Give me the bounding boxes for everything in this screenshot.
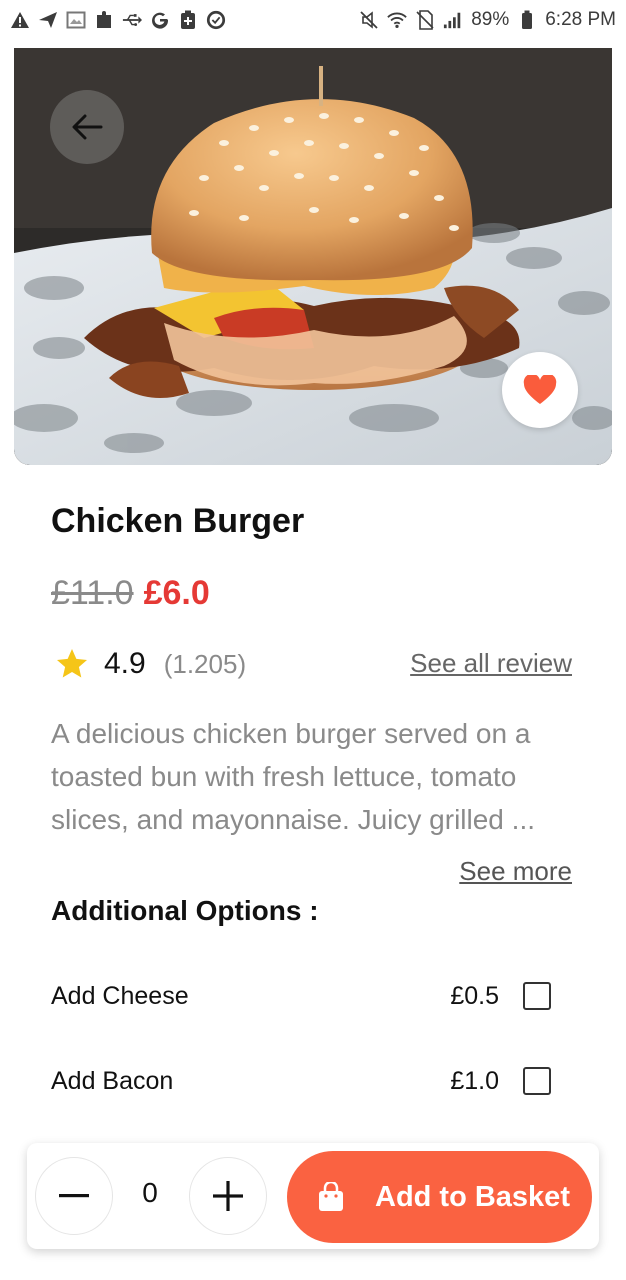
decrease-quantity-button[interactable]	[35, 1157, 113, 1235]
mute-icon	[359, 10, 379, 30]
option-bacon[interactable]: Add Bacon £1.0	[51, 1061, 551, 1101]
rating-row: 4.9 (1.205) See all review	[54, 644, 572, 684]
option-label: Add Cheese	[51, 981, 189, 1010]
product-image	[14, 48, 612, 465]
add-to-basket-label: Add to Basket	[375, 1180, 570, 1213]
back-button[interactable]	[50, 90, 124, 164]
minus-icon	[59, 1194, 89, 1198]
quantity-value: 0	[142, 1177, 158, 1208]
favorite-button[interactable]	[502, 352, 578, 428]
google-icon	[150, 10, 170, 30]
no-sim-icon	[415, 10, 435, 30]
product-description: A delicious chicken burger served on a t…	[51, 718, 535, 835]
product-detail-screen: 89% 6:28 PM Chicken Burger £11.0 £6.0 4.…	[0, 0, 626, 1280]
price-row: £11.0 £6.0	[51, 574, 210, 613]
see-all-review-link[interactable]: See all review	[410, 648, 572, 679]
star-icon	[54, 646, 90, 682]
option-label: Add Bacon	[51, 1066, 174, 1095]
increase-quantity-button[interactable]	[189, 1157, 267, 1235]
options-title: Additional Options :	[51, 895, 319, 926]
status-icons-right: 89% 6:28 PM	[359, 9, 616, 31]
original-price: £11.0	[51, 574, 134, 612]
warning-icon	[10, 10, 30, 30]
battery-saver-icon	[178, 10, 198, 30]
signal-icon	[443, 10, 463, 30]
image-icon	[66, 10, 86, 30]
rating-count: (1.205)	[163, 648, 247, 679]
sale-price: £6.0	[143, 574, 210, 612]
product-title: Chicken Burger	[51, 502, 305, 540]
rating-value: 4.9	[104, 647, 146, 680]
option-checkbox[interactable]	[523, 982, 551, 1010]
shopping-bag-icon	[317, 1182, 345, 1212]
cart-bar: 0 Add to Basket	[27, 1143, 599, 1249]
option-price: £0.5	[450, 981, 499, 1010]
plus-icon	[213, 1181, 243, 1211]
option-cheese[interactable]: Add Cheese £0.5	[51, 976, 551, 1016]
send-icon	[38, 10, 58, 30]
status-icons-left	[10, 10, 226, 30]
option-checkbox[interactable]	[523, 1067, 551, 1095]
usb-icon	[122, 10, 142, 30]
add-to-basket-button[interactable]: Add to Basket	[287, 1151, 592, 1243]
battery-icon	[517, 10, 537, 30]
see-more-link[interactable]: See more	[459, 856, 572, 887]
heart-icon	[523, 375, 557, 404]
data-saver-icon	[206, 10, 226, 30]
arrow-left-icon	[72, 114, 103, 140]
puzzle-icon	[94, 10, 114, 30]
wifi-icon	[387, 10, 407, 30]
option-price: £1.0	[450, 1066, 499, 1095]
clock: 6:28 PM	[545, 9, 616, 30]
status-bar: 89% 6:28 PM	[0, 0, 626, 40]
battery-percent: 89%	[471, 9, 510, 30]
